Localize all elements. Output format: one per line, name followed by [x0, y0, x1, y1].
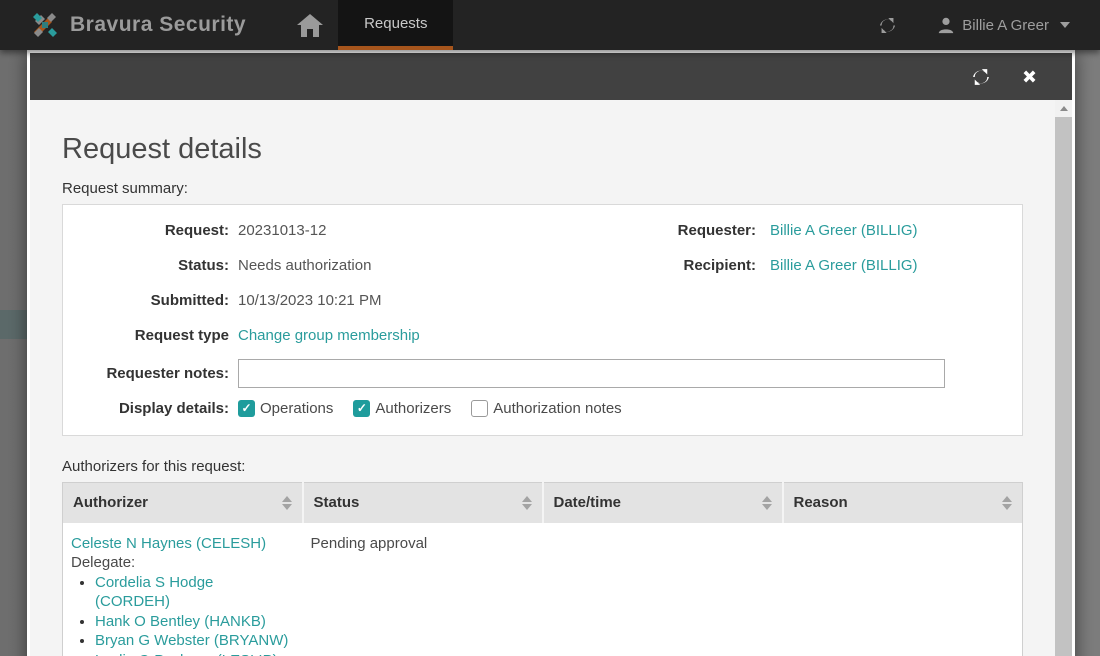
navbar-spacer	[453, 0, 878, 50]
status-cell: Pending approval	[303, 523, 543, 656]
summary-row-submitted: Submitted: 10/13/2023 10:21 PM	[63, 283, 1022, 318]
column-header-reason[interactable]: Reason	[783, 483, 1023, 523]
list-item: Hank O Bentley (HANKB)	[95, 612, 293, 632]
recipient-link[interactable]: Billie A Greer (BILLIG)	[770, 257, 918, 274]
request-value: 20231013-12	[238, 222, 658, 239]
reason-cell	[783, 523, 1023, 656]
recipient-label: Recipient:	[658, 257, 770, 274]
column-header-status[interactable]: Status	[303, 483, 543, 523]
user-menu[interactable]: Billie A Greer	[937, 0, 1070, 50]
checkbox-authorization-notes[interactable]: Authorization notes	[471, 400, 621, 417]
modal-body: Request details Request summary: Request…	[30, 100, 1055, 656]
column-header-label: Reason	[794, 494, 848, 511]
summary-row-display-details: Display details: ✓ Operations ✓ Authoriz…	[63, 393, 1022, 423]
delegate-link[interactable]: Cordelia S Hodge (CORDEH)	[95, 574, 213, 611]
requester-notes-input[interactable]	[238, 359, 945, 388]
checkbox-checked-icon: ✓	[353, 400, 370, 417]
page-title: Request details	[62, 130, 1023, 168]
column-header-datetime[interactable]: Date/time	[543, 483, 783, 523]
refresh-icon	[878, 16, 897, 35]
home-icon	[296, 12, 324, 38]
navbar-refresh-button[interactable]	[878, 0, 897, 50]
delegate-label: Delegate:	[71, 553, 293, 573]
list-item: Bryan G Webster (BRYANW)	[95, 631, 293, 651]
status-label: Status:	[63, 257, 238, 274]
display-details-label: Display details:	[63, 400, 238, 417]
checkbox-operations[interactable]: ✓ Operations	[238, 400, 333, 417]
checkbox-operations-label: Operations	[260, 400, 333, 417]
list-item: Cordelia S Hodge (CORDEH)	[95, 573, 293, 612]
delegate-link[interactable]: Hank O Bentley (HANKB)	[95, 613, 266, 630]
submitted-label: Submitted:	[63, 292, 238, 309]
request-details-modal: Request details Request summary: Request…	[27, 50, 1075, 656]
requester-link[interactable]: Billie A Greer (BILLIG)	[770, 222, 918, 239]
modal-scrollbar[interactable]	[1055, 100, 1072, 656]
column-header-authorizer[interactable]: Authorizer	[63, 483, 303, 523]
requester-label: Requester:	[658, 222, 770, 239]
column-header-label: Date/time	[554, 494, 622, 511]
tab-requests[interactable]: Requests	[338, 0, 453, 50]
modal-close-button[interactable]	[1021, 68, 1038, 85]
tab-requests-label: Requests	[364, 15, 427, 32]
sort-icon[interactable]	[1002, 496, 1012, 510]
page: Bravura Security Requests	[0, 0, 1100, 656]
summary-row-status: Status: Needs authorization Recipient: B…	[63, 248, 1022, 283]
delegate-link[interactable]: Leslie O Pacheco (LESLIP)	[95, 652, 278, 656]
scrollbar-up-button[interactable]	[1055, 100, 1072, 117]
summary-row-requester-notes: Requester notes:	[63, 353, 1022, 393]
request-label: Request:	[63, 222, 238, 239]
column-header-label: Status	[314, 494, 360, 511]
top-navbar: Bravura Security Requests	[0, 0, 1100, 50]
datetime-cell	[543, 523, 783, 656]
authorizer-cell: Celeste N Haynes (CELESH) Delegate: Cord…	[63, 523, 303, 656]
scroll-up-icon	[1060, 106, 1068, 111]
table-header-row: Authorizer Status Date/time Reason	[63, 483, 1023, 523]
authorizers-table: Authorizer Status Date/time Reason	[62, 482, 1023, 656]
authorizer-link[interactable]: Celeste N Haynes (CELESH)	[71, 535, 266, 552]
authorizers-section-label: Authorizers for this request:	[62, 458, 1023, 475]
request-type-label: Request type	[63, 327, 238, 344]
requester-notes-label: Requester notes:	[63, 365, 238, 382]
column-header-label: Authorizer	[73, 494, 148, 511]
caret-down-icon	[1060, 22, 1070, 28]
checkbox-authorizers[interactable]: ✓ Authorizers	[353, 400, 451, 417]
summary-row-request: Request: 20231013-12 Requester: Billie A…	[63, 213, 1022, 248]
sort-icon[interactable]	[762, 496, 772, 510]
sort-icon[interactable]	[522, 496, 532, 510]
checkbox-unchecked-icon	[471, 400, 488, 417]
delegate-link[interactable]: Bryan G Webster (BRYANW)	[95, 632, 288, 649]
sort-icon[interactable]	[282, 496, 292, 510]
display-options: ✓ Operations ✓ Authorizers Authorization…	[238, 400, 1022, 417]
request-type-link[interactable]: Change group membership	[238, 327, 420, 344]
scrollbar-thumb[interactable]	[1055, 117, 1072, 656]
request-summary-label: Request summary:	[62, 180, 1023, 197]
modal-refresh-button[interactable]	[971, 67, 991, 87]
modal-header	[30, 53, 1072, 100]
checkbox-authorization-notes-label: Authorization notes	[493, 400, 621, 417]
background-page-row	[0, 310, 27, 339]
home-nav-button[interactable]	[282, 0, 338, 50]
request-summary-panel: Request: 20231013-12 Requester: Billie A…	[62, 204, 1023, 436]
table-row: Celeste N Haynes (CELESH) Delegate: Cord…	[63, 523, 1023, 656]
submitted-value: 10/13/2023 10:21 PM	[238, 292, 658, 309]
user-icon	[937, 16, 955, 34]
checkbox-authorizers-label: Authorizers	[375, 400, 451, 417]
brand-logo-icon	[28, 8, 62, 42]
status-value: Needs authorization	[238, 257, 658, 274]
summary-row-request-type: Request type Change group membership	[63, 318, 1022, 353]
user-name: Billie A Greer	[962, 17, 1049, 34]
brand-name: Bravura Security	[70, 13, 246, 37]
brand[interactable]: Bravura Security	[0, 0, 246, 50]
delegate-list: Cordelia S Hodge (CORDEH) Hank O Bentley…	[71, 573, 293, 656]
list-item: Leslie O Pacheco (LESLIP)	[95, 651, 293, 656]
checkbox-checked-icon: ✓	[238, 400, 255, 417]
